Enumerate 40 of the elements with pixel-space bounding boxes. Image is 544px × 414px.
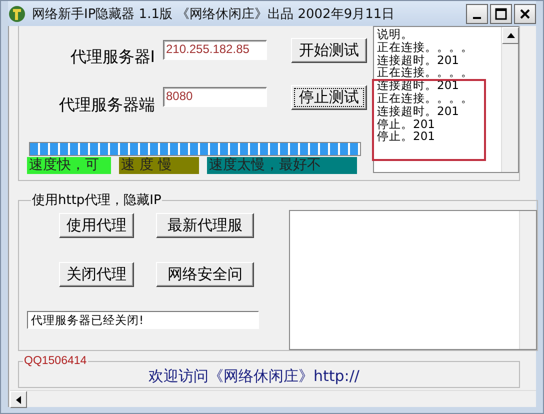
group-title: 使用http代理，隐藏IP [31, 192, 162, 209]
left-arrow-icon [16, 396, 21, 404]
proxy-button[interactable]: 最新代理服 [156, 213, 254, 238]
qq-label: QQ1506414 [23, 355, 88, 367]
minimize-icon [473, 16, 481, 18]
log-line: 正在连接。。。。 [377, 40, 474, 54]
welcome-text: 欢迎访问《网络休闲庄》http:// [148, 367, 360, 386]
log-line: 停止。201 [377, 118, 436, 130]
log-line: 停止。201 [377, 130, 436, 144]
minimize-button[interactable] [466, 4, 488, 24]
proxy-button[interactable]: 使用代理 [59, 213, 134, 238]
window-title: 网络新手IP隐藏器 1.1版 《网络休闲庄》出品 2002年9月11日 [32, 6, 396, 22]
speed-label: 速度太慢，最好不 [207, 157, 357, 174]
log-line: 连接超时。201 [377, 104, 460, 118]
test-button[interactable]: 停止测试 [291, 84, 367, 110]
log-line: 说明。 [377, 28, 414, 41]
field-label: 代理服务器端 [58, 94, 155, 116]
speed-label: 速 度 慢 [119, 157, 199, 174]
field-label: 代理服务器I [69, 46, 155, 68]
proxy-button[interactable]: 关闭代理 [59, 262, 134, 287]
maximize-icon [495, 8, 507, 20]
scrollbar[interactable] [501, 27, 518, 172]
close-button[interactable] [514, 4, 536, 24]
horizontal-scrollbar[interactable] [10, 390, 536, 407]
log-line: 正在连接。。。。 [377, 92, 474, 105]
status-field: 代理服务器已经关闭! [27, 311, 259, 329]
log-line: 正在连接。。。。 [377, 66, 474, 80]
input-field[interactable]: 8080 [163, 87, 267, 108]
close-icon [519, 8, 531, 20]
test-button[interactable]: 开始测试 [291, 38, 367, 63]
scrollbar[interactable] [519, 211, 536, 349]
scroll-up-button[interactable] [502, 27, 519, 44]
log-line: 连接超时。201 [377, 54, 460, 66]
up-arrow-icon [506, 33, 514, 38]
speed-label: 速度快，可 [27, 157, 111, 174]
maximize-button[interactable] [490, 4, 512, 24]
app-logo-icon [8, 4, 26, 22]
proxy-button[interactable]: 网络安全问 [156, 262, 254, 287]
scroll-left-button[interactable] [10, 391, 27, 408]
input-field[interactable]: 210.255.182.85 [163, 40, 267, 60]
